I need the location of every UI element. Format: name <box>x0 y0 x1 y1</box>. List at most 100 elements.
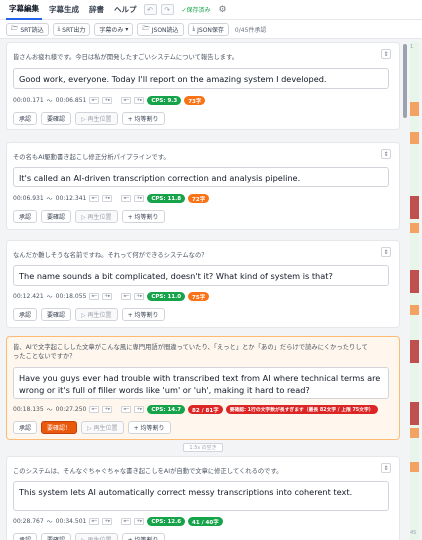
start-plus-button[interactable]: +▸ <box>102 97 113 104</box>
minimap-marker[interactable] <box>410 462 419 472</box>
minimap-marker[interactable] <box>410 402 419 425</box>
end-plus-button[interactable]: +▸ <box>134 518 145 525</box>
start-minus-button[interactable]: ◂− <box>89 195 100 202</box>
subtitle-card: このシステムは、そんなぐちゃぐちゃな書き起こしをAIが自動で文章に修正してくれる… <box>6 456 400 540</box>
end-plus-button[interactable]: +▸ <box>134 97 145 104</box>
srt-import-button[interactable]: 🗁 SRT読込 <box>6 22 49 36</box>
source-text: なんだか難しそうな名前ですね。それって何ができるシステムなの？ <box>13 252 208 259</box>
json-import-button[interactable]: 🗁 JSON読込 <box>137 22 184 36</box>
tab-subtitle-generate[interactable]: 字幕生成 <box>46 0 82 20</box>
redo-icon[interactable]: ↷ <box>160 4 174 15</box>
play-position-button[interactable]: ▷ 再生位置 <box>75 533 118 540</box>
segment-actions: 承認 要確認 ▷ 再生位置 + 均等割り <box>13 210 165 223</box>
approve-button[interactable]: 承認 <box>13 210 38 223</box>
mode-select[interactable]: 字幕のみ ▾ <box>94 22 134 36</box>
start-plus-button[interactable]: +▸ <box>102 518 113 525</box>
split-evenly-button[interactable]: + 均等割り <box>127 421 171 434</box>
play-position-button[interactable]: ▷ 再生位置 <box>75 112 118 125</box>
time-start[interactable]: 00:18.135 <box>13 406 44 413</box>
cps-badge: CPS: 14.7 <box>147 405 186 414</box>
start-minus-button[interactable]: ◂− <box>89 518 100 525</box>
json-save-button[interactable]: ⤓ JSON保存 <box>187 22 229 36</box>
approve-button[interactable]: 承認 <box>13 112 38 125</box>
time-start[interactable]: 00:12.421 <box>13 293 44 300</box>
end-plus-button[interactable]: +▸ <box>134 195 145 202</box>
pin-icon[interactable]: ⇕ <box>381 149 391 159</box>
end-plus-button[interactable]: +▸ <box>134 406 145 413</box>
start-plus-button[interactable]: +▸ <box>102 406 113 413</box>
gear-icon[interactable]: ⚙ <box>219 5 227 15</box>
minimap-marker[interactable] <box>410 102 419 116</box>
start-minus-button[interactable]: ◂− <box>89 97 100 104</box>
subtitle-text-input[interactable]: This system lets AI automatically correc… <box>13 481 389 511</box>
subtitle-list: 皆さんお疲れ様です。今日は私が開発したすごいシステムについて報告します。 ⇕ G… <box>6 42 400 540</box>
minimap-marker[interactable] <box>410 132 419 144</box>
start-minus-button[interactable]: ◂− <box>89 406 100 413</box>
srt-export-label: SRT出力 <box>62 26 86 34</box>
minimap-marker[interactable] <box>410 223 419 233</box>
start-plus-button[interactable]: +▸ <box>102 293 113 300</box>
needs-review-button[interactable]: 要確認 <box>41 210 72 223</box>
time-start[interactable]: 00:06.931 <box>13 195 44 202</box>
end-minus-button[interactable]: ◂− <box>121 195 132 202</box>
split-evenly-button[interactable]: + 均等割り <box>121 112 165 125</box>
subtitle-text-input[interactable]: The name sounds a bit complicated, doesn… <box>13 265 389 286</box>
time-end[interactable]: 00:27.250 <box>56 406 87 413</box>
subtitle-text-input[interactable]: Good work, everyone. Today I'll report o… <box>13 68 389 89</box>
tab-dictionary[interactable]: 辞書 <box>86 0 107 20</box>
subtitle-card: 皆さんお疲れ様です。今日は私が開発したすごいシステムについて報告します。 ⇕ G… <box>6 42 400 130</box>
time-start[interactable]: 00:28.767 <box>13 518 44 525</box>
subtitle-text-input[interactable]: Have you guys ever had trouble with tran… <box>13 367 389 399</box>
minimap-marker[interactable] <box>410 305 419 315</box>
line-length-error-badge: 要確認: 1行の文字数が長すぎます（最長 82文字 / 上限 75文字） <box>225 405 378 414</box>
segment-minimap[interactable] <box>410 42 419 540</box>
end-minus-button[interactable]: ◂− <box>121 97 132 104</box>
pin-icon[interactable]: ⇕ <box>381 247 391 257</box>
segment-meta: 00:06.931 〜 00:12.341 ◂− +▸ ◂− +▸ CPS: 1… <box>13 194 210 203</box>
scrollbar-thumb[interactable] <box>403 44 407 118</box>
start-plus-button[interactable]: +▸ <box>102 195 113 202</box>
start-minus-button[interactable]: ◂− <box>89 293 100 300</box>
minimap-marker[interactable] <box>410 428 419 438</box>
tab-help[interactable]: ヘルプ <box>111 0 140 20</box>
minimap-marker[interactable] <box>410 270 419 293</box>
needs-review-button[interactable]: 要確認 <box>41 112 72 125</box>
split-evenly-button[interactable]: + 均等割り <box>121 533 165 540</box>
list-scrollbar[interactable] <box>402 42 408 540</box>
end-minus-button[interactable]: ◂− <box>121 406 132 413</box>
needs-review-button-active[interactable]: 要確認！ <box>41 421 78 434</box>
play-position-button[interactable]: ▷ 再生位置 <box>75 210 118 223</box>
minimap-start-label: 1 <box>410 44 414 50</box>
subtitle-card: その名もAI駆動書き起こし修正分析パイプラインです。 ⇕ It's called… <box>6 142 400 230</box>
time-end[interactable]: 00:12.341 <box>56 195 87 202</box>
approve-button[interactable]: 承認 <box>13 533 38 540</box>
split-evenly-button[interactable]: + 均等割り <box>121 210 165 223</box>
approve-button[interactable]: 承認 <box>13 421 38 434</box>
char-count-badge: 82 / 81字 <box>188 405 223 414</box>
needs-review-button[interactable]: 要確認 <box>41 308 72 321</box>
time-end[interactable]: 00:06.851 <box>56 97 87 104</box>
subtitle-text-input[interactable]: It's called an AI-driven transcription c… <box>13 167 389 187</box>
subtitle-card-active: 皆、AIで文字起こしした文章がこんな風に専門用語が間違っていたり、「えっと」とか… <box>6 336 400 440</box>
tab-subtitle-edit[interactable]: 字幕編集 <box>6 0 42 20</box>
approve-button[interactable]: 承認 <box>13 308 38 321</box>
undo-icon[interactable]: ↶ <box>143 4 157 15</box>
minimap-marker[interactable] <box>410 196 419 219</box>
cps-badge: CPS: 12.6 <box>147 517 186 526</box>
time-start[interactable]: 00:00.171 <box>13 97 44 104</box>
srt-export-button[interactable]: ⤓ SRT出力 <box>52 22 91 36</box>
end-plus-button[interactable]: +▸ <box>134 293 145 300</box>
time-end[interactable]: 00:34.501 <box>56 518 87 525</box>
end-minus-button[interactable]: ◂− <box>121 518 132 525</box>
needs-review-button[interactable]: 要確認 <box>41 533 72 540</box>
play-position-button[interactable]: ▷ 再生位置 <box>75 308 118 321</box>
top-nav: 字幕編集 字幕生成 辞書 ヘルプ ↶ ↷ ✓保存済み ⚙ <box>0 0 422 20</box>
pin-icon[interactable]: ⇕ <box>381 49 391 59</box>
minimap-marker[interactable] <box>410 340 419 363</box>
end-minus-button[interactable]: ◂− <box>121 293 132 300</box>
play-position-button[interactable]: ▷ 再生位置 <box>81 421 124 434</box>
toolbar: 🗁 SRT読込 ⤓ SRT出力 字幕のみ ▾ 🗁 JSON読込 ⤓ JSON保存 … <box>0 20 422 39</box>
pin-icon[interactable]: ⇕ <box>381 463 391 473</box>
time-end[interactable]: 00:18.055 <box>56 293 87 300</box>
split-evenly-button[interactable]: + 均等割り <box>121 308 165 321</box>
